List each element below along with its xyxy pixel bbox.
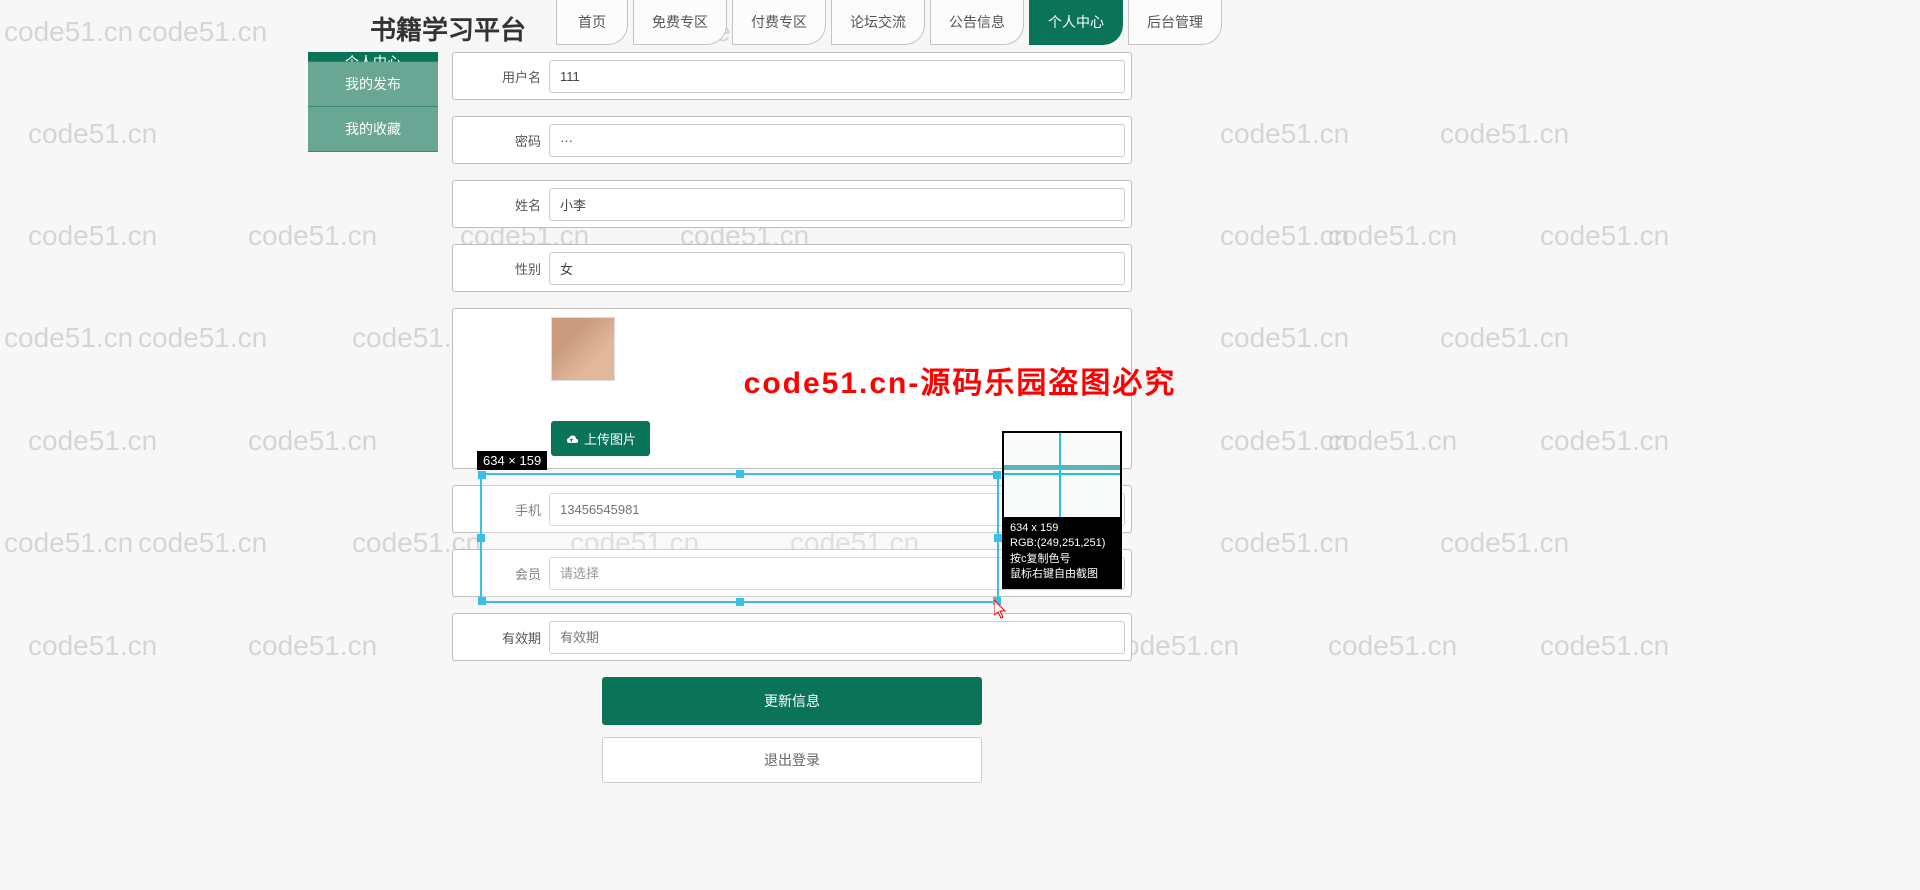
watermark: code51.cn (1540, 220, 1669, 252)
logout-button[interactable]: 退出登录 (602, 737, 982, 783)
watermark: code51.cn (138, 322, 267, 354)
nav-forum[interactable]: 论坛交流 (831, 0, 925, 45)
page-title: 书籍学习平台 (370, 0, 546, 47)
magnifier-dim: 634 x 159 (1010, 521, 1114, 536)
nav-notice[interactable]: 公告信息 (930, 0, 1024, 45)
label-password: 密码 (459, 131, 549, 150)
watermark: code51.cn (1540, 425, 1669, 457)
sidebar-item-favorites[interactable]: 我的收藏 (308, 107, 438, 152)
magnifier-hint1: 按c复制色号 (1010, 552, 1114, 567)
copyright-overlay: code51.cn-源码乐园盗图必究 (744, 358, 1177, 402)
label-expire: 有效期 (459, 628, 549, 647)
watermark: code51.cn (138, 16, 267, 48)
label-phone: 手机 (459, 500, 549, 519)
nav-home[interactable]: 首页 (556, 0, 628, 45)
watermark: code51.cn (28, 630, 157, 662)
sidebar-item-myposts[interactable]: 我的发布 (308, 62, 438, 107)
avatar-preview (551, 317, 615, 381)
magnifier-view (1004, 433, 1120, 517)
magnifier-rgb: RGB:(249,251,251) (1010, 536, 1114, 551)
nav-admin[interactable]: 后台管理 (1128, 0, 1222, 45)
label-gender: 性别 (459, 259, 549, 278)
input-name[interactable] (549, 188, 1125, 221)
input-expire[interactable] (549, 621, 1125, 654)
label-username: 用户名 (459, 67, 549, 86)
input-username[interactable] (549, 60, 1125, 93)
watermark: code51.cn (1540, 630, 1669, 662)
main: 个人中心 我的发布 我的收藏 用户名 密码 姓名 性别 (370, 52, 1550, 783)
watermark: code51.cn (4, 527, 133, 559)
watermark: code51.cn (4, 16, 133, 48)
watermark: code51.cn (28, 425, 157, 457)
nav-personal[interactable]: 个人中心 (1029, 0, 1123, 45)
mouse-cursor-icon (994, 600, 1010, 625)
sidebar: 个人中心 我的发布 我的收藏 (308, 52, 438, 783)
input-password[interactable] (549, 124, 1125, 157)
upload-photo-button[interactable]: 上传图片 (551, 421, 650, 456)
watermark: code51.cn (28, 118, 157, 150)
navbar: 首页 免费专区 付费专区 论坛交流 公告信息 个人中心 后台管理 (556, 0, 1222, 45)
magnifier-hint2: 鼠标右键自由截图 (1010, 567, 1114, 582)
watermark: code51.cn (4, 322, 133, 354)
magnifier-info: 634 x 159 RGB:(249,251,251) 按c复制色号 鼠标右键自… (1004, 517, 1120, 587)
label-name: 姓名 (459, 195, 549, 214)
cloud-upload-icon (565, 433, 579, 445)
header: 书籍学习平台 首页 免费专区 付费专区 论坛交流 公告信息 个人中心 后台管理 (370, 0, 1550, 52)
sidebar-item-personal[interactable]: 个人中心 (308, 52, 438, 62)
selection-dimensions-label: 634 × 159 (477, 451, 547, 470)
row-expire: 有效期 (452, 613, 1132, 661)
update-button[interactable]: 更新信息 (602, 677, 982, 725)
nav-paid[interactable]: 付费专区 (732, 0, 826, 45)
form-area: 用户名 密码 姓名 性别 上传图片 (452, 52, 1132, 783)
watermark: code51.cn (28, 220, 157, 252)
row-username: 用户名 (452, 52, 1132, 100)
upload-photo-label: 上传图片 (584, 429, 636, 448)
nav-free[interactable]: 免费专区 (633, 0, 727, 45)
row-name: 姓名 (452, 180, 1132, 228)
color-magnifier: 634 x 159 RGB:(249,251,251) 按c复制色号 鼠标右键自… (1002, 431, 1122, 589)
row-gender: 性别 (452, 244, 1132, 292)
watermark: code51.cn (138, 527, 267, 559)
row-password: 密码 (452, 116, 1132, 164)
label-member: 会员 (459, 564, 549, 583)
select-gender[interactable] (549, 252, 1125, 285)
